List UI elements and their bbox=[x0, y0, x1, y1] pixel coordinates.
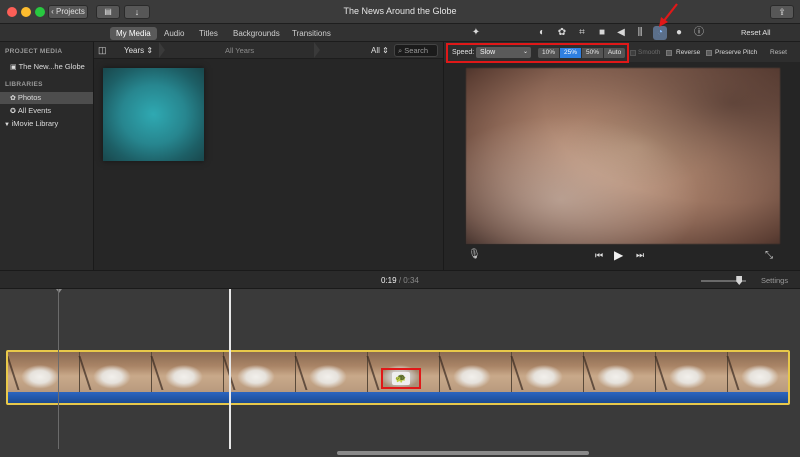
sidebar-item-project[interactable]: ▣ The New...he Globe bbox=[0, 61, 93, 73]
share-button[interactable]: ⇪ bbox=[770, 5, 794, 19]
media-browser: ◫ Years ⇕ All Years All ⇕ ⌕ Search bbox=[94, 42, 443, 270]
timecode: 0:19 / 0:34 bbox=[381, 276, 419, 285]
slow-motion-annotation-box: 🐢 bbox=[381, 368, 421, 389]
smooth-label: Smooth bbox=[638, 49, 661, 56]
updown-chevron-icon: ⇕ bbox=[144, 46, 154, 55]
photos-icon: ✿ bbox=[10, 95, 18, 102]
libraries-header: LIBRARIES bbox=[5, 81, 43, 88]
tab-titles[interactable]: Titles bbox=[193, 27, 224, 40]
close-window-button[interactable] bbox=[7, 7, 17, 17]
media-thumbnail[interactable] bbox=[103, 68, 204, 161]
range-divider-end bbox=[314, 42, 320, 58]
speed-reset-button[interactable]: Reset bbox=[770, 49, 787, 56]
down-arrow-icon: ↓ bbox=[134, 7, 140, 17]
clip-frame bbox=[512, 352, 584, 392]
clip-frame bbox=[8, 352, 80, 392]
reset-all-button[interactable]: Reset All bbox=[741, 28, 771, 37]
tortoise-icon[interactable]: 🐢 bbox=[392, 372, 410, 385]
disclosure-triangle-icon: ▼ bbox=[4, 122, 12, 128]
sidebar-item-imovie-library[interactable]: ▼ iMovie Library bbox=[0, 118, 93, 130]
tab-transitions[interactable]: Transitions bbox=[286, 27, 337, 40]
smooth-checkbox[interactable] bbox=[630, 50, 636, 56]
video-preview-overlay bbox=[466, 68, 780, 244]
speed-annotation-box bbox=[446, 43, 629, 63]
toolbar: My Media Audio Titles Backgrounds Transi… bbox=[0, 3, 800, 42]
zoom-window-button[interactable] bbox=[35, 7, 45, 17]
color-balance-icon[interactable]: ◐ bbox=[535, 26, 549, 40]
browser-filter-bar: ◫ Years ⇕ All Years All ⇕ ⌕ Search bbox=[94, 42, 443, 59]
share-icon: ⇪ bbox=[778, 7, 786, 17]
fullscreen-icon[interactable]: ⤡ bbox=[765, 250, 773, 261]
clapper-icon: ▣ bbox=[10, 64, 19, 71]
updown-chevron-icon: ⇕ bbox=[379, 46, 389, 55]
magic-wand-icon[interactable]: ✦ bbox=[469, 26, 483, 40]
annotation-arrow-icon bbox=[659, 3, 678, 27]
skip-forward-icon[interactable]: ⏭ bbox=[636, 250, 644, 261]
timeline-scrollbar[interactable] bbox=[337, 451, 589, 455]
preserve-pitch-label: Preserve Pitch bbox=[715, 49, 758, 56]
clip-frame bbox=[440, 352, 512, 392]
clip-frame bbox=[152, 352, 224, 392]
play-icon[interactable]: ▶ bbox=[614, 248, 623, 262]
clip-frame bbox=[656, 352, 728, 392]
video-clip[interactable]: 🐢 bbox=[6, 350, 790, 405]
reverse-label: Reverse bbox=[676, 49, 701, 56]
timeline[interactable]: 🐢 bbox=[0, 289, 800, 457]
clip-frame bbox=[728, 352, 788, 392]
viewer: Speed: Slow ⌄ 10% 25% 50% Auto Smooth Rev… bbox=[443, 42, 800, 270]
star-icon: ✪ bbox=[10, 108, 18, 115]
window-title: The News Around the Globe bbox=[343, 6, 457, 16]
project-media-header: PROJECT MEDIA bbox=[5, 48, 63, 55]
tab-my-media[interactable]: My Media bbox=[110, 27, 157, 40]
volume-icon[interactable]: ◀ bbox=[614, 26, 628, 40]
speed-controls-bar: Speed: Slow ⌄ 10% 25% 50% Auto Smooth Rev… bbox=[444, 42, 800, 63]
timeline-settings-button[interactable]: Settings bbox=[761, 276, 788, 285]
skimmer-marker-icon bbox=[56, 289, 62, 293]
timeline-header: 0:19 / 0:34 Settings bbox=[0, 270, 800, 289]
tab-audio[interactable]: Audio bbox=[158, 27, 190, 40]
group-by-popup[interactable]: Years ⇕ bbox=[124, 46, 153, 55]
import-button[interactable]: ↓ bbox=[124, 5, 150, 19]
clip-frame bbox=[80, 352, 152, 392]
minimize-window-button[interactable] bbox=[21, 7, 31, 17]
media-import-view-button[interactable]: ▤ bbox=[96, 5, 120, 19]
reverse-checkbox[interactable] bbox=[666, 50, 672, 56]
zoom-slider-knob[interactable] bbox=[736, 276, 743, 285]
microphone-icon[interactable]: 🎙 bbox=[468, 249, 481, 260]
preserve-pitch-checkbox[interactable] bbox=[706, 50, 712, 56]
clip-frame bbox=[224, 352, 296, 392]
info-icon[interactable]: ⓘ bbox=[692, 26, 706, 40]
search-field[interactable]: ⌕ Search bbox=[394, 44, 438, 57]
tab-backgrounds[interactable]: Backgrounds bbox=[227, 27, 286, 40]
projects-button[interactable]: ‹ Projects bbox=[48, 5, 88, 19]
stabilization-icon[interactable]: ■ bbox=[595, 26, 609, 40]
range-divider bbox=[159, 42, 165, 58]
color-correction-icon[interactable]: ✿ bbox=[555, 26, 569, 40]
playhead[interactable] bbox=[229, 289, 231, 449]
clip-frame bbox=[584, 352, 656, 392]
sidebar-item-photos[interactable]: ✿ Photos bbox=[0, 92, 93, 104]
clip-audio-waveform bbox=[8, 392, 788, 403]
sidebar-toggle-icon[interactable]: ◫ bbox=[98, 45, 107, 56]
date-range-label[interactable]: All Years bbox=[225, 46, 254, 55]
filmstrip-icon: ▤ bbox=[104, 7, 112, 16]
crop-icon[interactable]: ⌗ bbox=[575, 26, 589, 40]
skimmer-line bbox=[58, 289, 59, 449]
sidebar-item-all-events[interactable]: ✪ All Events bbox=[0, 105, 93, 117]
clip-frame bbox=[296, 352, 368, 392]
sidebar: PROJECT MEDIA ▣ The New...he Globe LIBRA… bbox=[0, 42, 94, 270]
equalizer-icon[interactable]: ⫼ bbox=[633, 26, 647, 40]
filter-popup[interactable]: All ⇕ bbox=[371, 46, 389, 55]
skip-back-icon[interactable]: ⏮ bbox=[595, 250, 603, 261]
